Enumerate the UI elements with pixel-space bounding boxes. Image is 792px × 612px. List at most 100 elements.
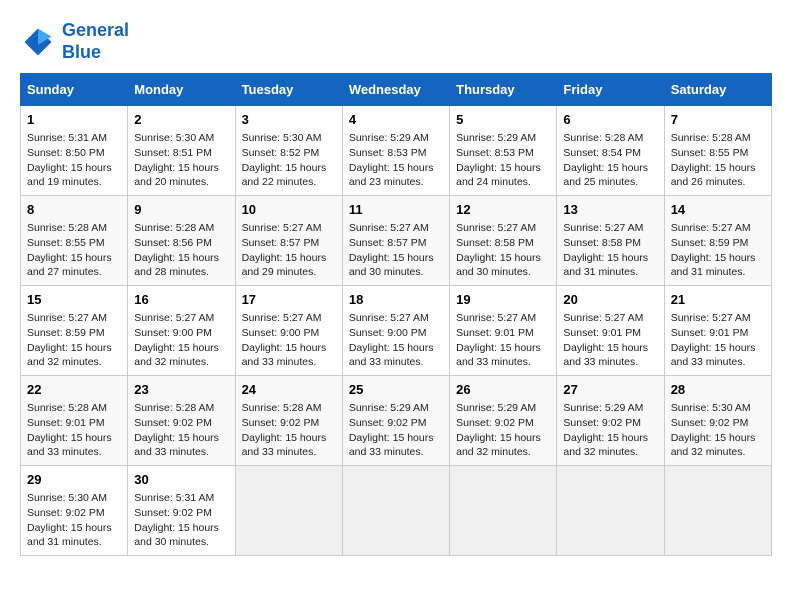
- day-info: Sunrise: 5:27 AMSunset: 8:57 PMDaylight:…: [242, 222, 327, 278]
- day-info: Sunrise: 5:27 AMSunset: 9:00 PMDaylight:…: [242, 312, 327, 368]
- day-info: Sunrise: 5:27 AMSunset: 9:00 PMDaylight:…: [134, 312, 219, 368]
- day-cell-27: 27 Sunrise: 5:29 AMSunset: 9:02 PMDaylig…: [557, 376, 664, 466]
- day-number: 4: [349, 111, 443, 129]
- day-number: 6: [563, 111, 657, 129]
- day-cell-19: 19 Sunrise: 5:27 AMSunset: 9:01 PMDaylig…: [450, 286, 557, 376]
- empty-cell: [235, 466, 342, 556]
- empty-cell: [450, 466, 557, 556]
- day-number: 9: [134, 201, 228, 219]
- day-cell-16: 16 Sunrise: 5:27 AMSunset: 9:00 PMDaylig…: [128, 286, 235, 376]
- day-number: 15: [27, 291, 121, 309]
- header-cell-sunday: Sunday: [21, 74, 128, 106]
- logo: GeneralBlue: [20, 20, 129, 63]
- day-number: 10: [242, 201, 336, 219]
- day-cell-9: 9 Sunrise: 5:28 AMSunset: 8:56 PMDayligh…: [128, 196, 235, 286]
- day-cell-2: 2 Sunrise: 5:30 AMSunset: 8:51 PMDayligh…: [128, 106, 235, 196]
- day-cell-8: 8 Sunrise: 5:28 AMSunset: 8:55 PMDayligh…: [21, 196, 128, 286]
- day-cell-23: 23 Sunrise: 5:28 AMSunset: 9:02 PMDaylig…: [128, 376, 235, 466]
- day-info: Sunrise: 5:27 AMSunset: 9:01 PMDaylight:…: [563, 312, 648, 368]
- day-cell-25: 25 Sunrise: 5:29 AMSunset: 9:02 PMDaylig…: [342, 376, 449, 466]
- day-number: 22: [27, 381, 121, 399]
- day-cell-30: 30 Sunrise: 5:31 AMSunset: 9:02 PMDaylig…: [128, 466, 235, 556]
- day-info: Sunrise: 5:28 AMSunset: 8:55 PMDaylight:…: [671, 132, 756, 188]
- week-row-2: 8 Sunrise: 5:28 AMSunset: 8:55 PMDayligh…: [21, 196, 772, 286]
- week-row-5: 29 Sunrise: 5:30 AMSunset: 9:02 PMDaylig…: [21, 466, 772, 556]
- logo-icon: [20, 24, 56, 60]
- day-info: Sunrise: 5:30 AMSunset: 9:02 PMDaylight:…: [27, 492, 112, 548]
- day-info: Sunrise: 5:27 AMSunset: 8:58 PMDaylight:…: [456, 222, 541, 278]
- day-info: Sunrise: 5:28 AMSunset: 8:56 PMDaylight:…: [134, 222, 219, 278]
- day-info: Sunrise: 5:29 AMSunset: 9:02 PMDaylight:…: [456, 402, 541, 458]
- day-cell-21: 21 Sunrise: 5:27 AMSunset: 9:01 PMDaylig…: [664, 286, 771, 376]
- day-info: Sunrise: 5:29 AMSunset: 9:02 PMDaylight:…: [563, 402, 648, 458]
- day-info: Sunrise: 5:28 AMSunset: 8:54 PMDaylight:…: [563, 132, 648, 188]
- day-cell-24: 24 Sunrise: 5:28 AMSunset: 9:02 PMDaylig…: [235, 376, 342, 466]
- day-number: 24: [242, 381, 336, 399]
- header-cell-saturday: Saturday: [664, 74, 771, 106]
- day-info: Sunrise: 5:31 AMSunset: 9:02 PMDaylight:…: [134, 492, 219, 548]
- day-cell-7: 7 Sunrise: 5:28 AMSunset: 8:55 PMDayligh…: [664, 106, 771, 196]
- day-number: 16: [134, 291, 228, 309]
- day-cell-10: 10 Sunrise: 5:27 AMSunset: 8:57 PMDaylig…: [235, 196, 342, 286]
- day-number: 19: [456, 291, 550, 309]
- day-cell-20: 20 Sunrise: 5:27 AMSunset: 9:01 PMDaylig…: [557, 286, 664, 376]
- week-row-1: 1 Sunrise: 5:31 AMSunset: 8:50 PMDayligh…: [21, 106, 772, 196]
- page-header: GeneralBlue: [20, 20, 772, 63]
- day-info: Sunrise: 5:30 AMSunset: 8:52 PMDaylight:…: [242, 132, 327, 188]
- day-info: Sunrise: 5:31 AMSunset: 8:50 PMDaylight:…: [27, 132, 112, 188]
- empty-cell: [342, 466, 449, 556]
- day-number: 20: [563, 291, 657, 309]
- empty-cell: [664, 466, 771, 556]
- day-cell-22: 22 Sunrise: 5:28 AMSunset: 9:01 PMDaylig…: [21, 376, 128, 466]
- day-cell-14: 14 Sunrise: 5:27 AMSunset: 8:59 PMDaylig…: [664, 196, 771, 286]
- day-number: 11: [349, 201, 443, 219]
- day-cell-1: 1 Sunrise: 5:31 AMSunset: 8:50 PMDayligh…: [21, 106, 128, 196]
- day-number: 2: [134, 111, 228, 129]
- day-info: Sunrise: 5:27 AMSunset: 8:59 PMDaylight:…: [671, 222, 756, 278]
- day-number: 13: [563, 201, 657, 219]
- day-info: Sunrise: 5:30 AMSunset: 9:02 PMDaylight:…: [671, 402, 756, 458]
- day-number: 18: [349, 291, 443, 309]
- week-row-4: 22 Sunrise: 5:28 AMSunset: 9:01 PMDaylig…: [21, 376, 772, 466]
- day-number: 17: [242, 291, 336, 309]
- header-cell-tuesday: Tuesday: [235, 74, 342, 106]
- day-cell-11: 11 Sunrise: 5:27 AMSunset: 8:57 PMDaylig…: [342, 196, 449, 286]
- empty-cell: [557, 466, 664, 556]
- header-cell-thursday: Thursday: [450, 74, 557, 106]
- day-number: 28: [671, 381, 765, 399]
- day-info: Sunrise: 5:27 AMSunset: 8:59 PMDaylight:…: [27, 312, 112, 368]
- logo-text: GeneralBlue: [62, 20, 129, 63]
- day-info: Sunrise: 5:30 AMSunset: 8:51 PMDaylight:…: [134, 132, 219, 188]
- day-cell-6: 6 Sunrise: 5:28 AMSunset: 8:54 PMDayligh…: [557, 106, 664, 196]
- day-number: 30: [134, 471, 228, 489]
- day-number: 1: [27, 111, 121, 129]
- day-number: 29: [27, 471, 121, 489]
- day-number: 14: [671, 201, 765, 219]
- week-row-3: 15 Sunrise: 5:27 AMSunset: 8:59 PMDaylig…: [21, 286, 772, 376]
- day-cell-12: 12 Sunrise: 5:27 AMSunset: 8:58 PMDaylig…: [450, 196, 557, 286]
- day-info: Sunrise: 5:29 AMSunset: 8:53 PMDaylight:…: [349, 132, 434, 188]
- day-info: Sunrise: 5:27 AMSunset: 9:01 PMDaylight:…: [456, 312, 541, 368]
- day-cell-13: 13 Sunrise: 5:27 AMSunset: 8:58 PMDaylig…: [557, 196, 664, 286]
- header-row: SundayMondayTuesdayWednesdayThursdayFrid…: [21, 74, 772, 106]
- day-cell-28: 28 Sunrise: 5:30 AMSunset: 9:02 PMDaylig…: [664, 376, 771, 466]
- day-info: Sunrise: 5:28 AMSunset: 9:02 PMDaylight:…: [242, 402, 327, 458]
- day-info: Sunrise: 5:27 AMSunset: 9:01 PMDaylight:…: [671, 312, 756, 368]
- day-info: Sunrise: 5:28 AMSunset: 9:02 PMDaylight:…: [134, 402, 219, 458]
- day-cell-18: 18 Sunrise: 5:27 AMSunset: 9:00 PMDaylig…: [342, 286, 449, 376]
- header-cell-wednesday: Wednesday: [342, 74, 449, 106]
- day-cell-4: 4 Sunrise: 5:29 AMSunset: 8:53 PMDayligh…: [342, 106, 449, 196]
- day-number: 23: [134, 381, 228, 399]
- day-info: Sunrise: 5:29 AMSunset: 8:53 PMDaylight:…: [456, 132, 541, 188]
- day-number: 7: [671, 111, 765, 129]
- day-number: 26: [456, 381, 550, 399]
- day-number: 25: [349, 381, 443, 399]
- day-cell-5: 5 Sunrise: 5:29 AMSunset: 8:53 PMDayligh…: [450, 106, 557, 196]
- calendar-table: SundayMondayTuesdayWednesdayThursdayFrid…: [20, 73, 772, 556]
- day-number: 21: [671, 291, 765, 309]
- day-number: 3: [242, 111, 336, 129]
- day-number: 12: [456, 201, 550, 219]
- day-info: Sunrise: 5:28 AMSunset: 9:01 PMDaylight:…: [27, 402, 112, 458]
- day-number: 8: [27, 201, 121, 219]
- day-cell-17: 17 Sunrise: 5:27 AMSunset: 9:00 PMDaylig…: [235, 286, 342, 376]
